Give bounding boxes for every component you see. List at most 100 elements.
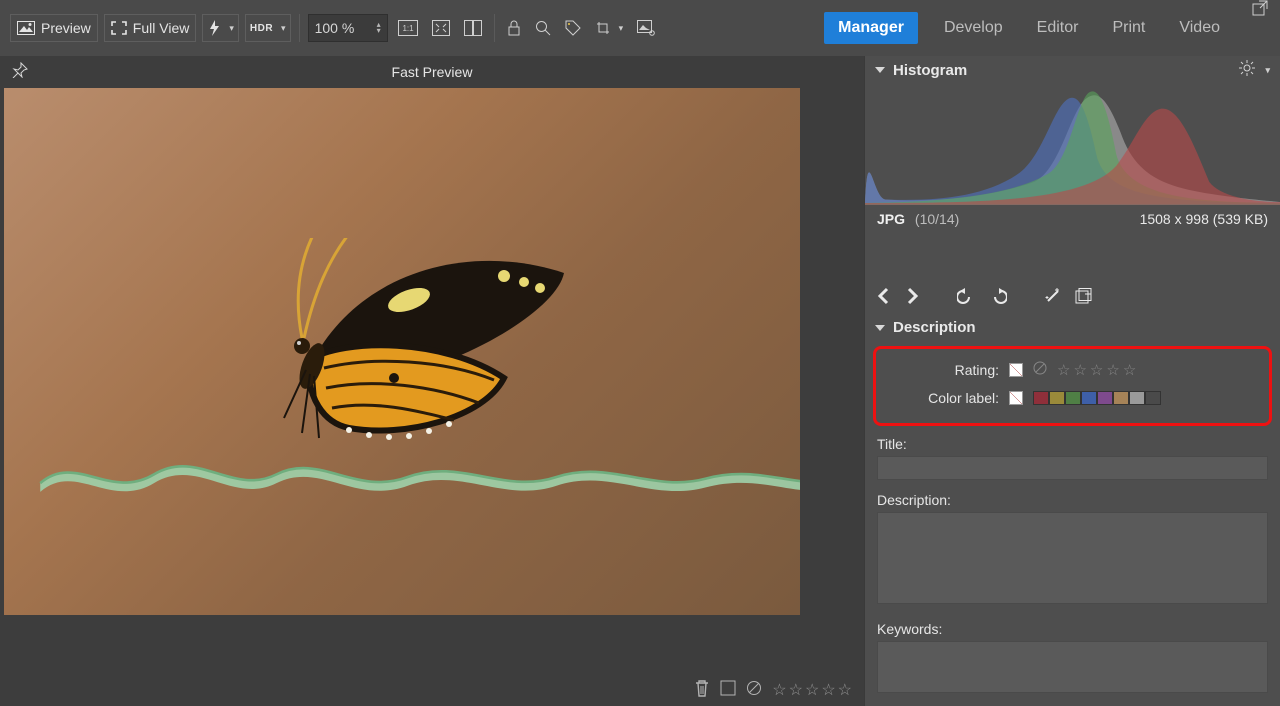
- star-icon[interactable]: ☆: [1090, 361, 1103, 379]
- title-field-label: Title:: [877, 436, 1268, 452]
- zoom-1to1-button[interactable]: 1:1: [394, 14, 422, 42]
- tab-manager[interactable]: Manager: [824, 12, 918, 44]
- rating-stars[interactable]: ☆ ☆ ☆ ☆ ☆: [1057, 361, 1136, 379]
- prev-image-button[interactable]: [877, 287, 891, 305]
- module-tabs: Manager Develop Editor Print Video: [824, 0, 1270, 56]
- reject-icon[interactable]: [1033, 361, 1047, 380]
- next-image-button[interactable]: [905, 287, 919, 305]
- color-swatch[interactable]: [1081, 391, 1097, 405]
- clear-color-button[interactable]: [1009, 391, 1023, 405]
- zoom-value: 100 %: [315, 20, 355, 36]
- tag-icon: [565, 20, 581, 36]
- color-swatch[interactable]: [1145, 391, 1161, 405]
- description-field-label: Description:: [877, 492, 1268, 508]
- image-settings-button[interactable]: [633, 14, 659, 42]
- fullview-button[interactable]: Full View: [104, 14, 197, 42]
- compare-icon: [464, 20, 482, 36]
- star-icon[interactable]: ☆: [789, 680, 803, 700]
- flash-button[interactable]: ▾: [202, 14, 239, 42]
- star-icon[interactable]: ☆: [1123, 361, 1136, 379]
- disclosure-triangle-icon: [875, 67, 885, 73]
- rotate-left-button[interactable]: [957, 288, 975, 304]
- toolbar-separator: [494, 14, 495, 42]
- fit-screen-button[interactable]: [428, 14, 454, 42]
- fullscreen-icon: [111, 21, 127, 35]
- gear-icon[interactable]: [1239, 60, 1255, 80]
- zoom-input[interactable]: 100 % ▴ ▾: [308, 14, 388, 42]
- image-viewer: Fast Preview: [0, 56, 864, 706]
- rotate-right-button[interactable]: [989, 288, 1007, 304]
- magnify-icon: [535, 20, 551, 36]
- color-swatch[interactable]: [1033, 391, 1049, 405]
- magnify-button[interactable]: [531, 14, 555, 42]
- chevron-down-icon: ▾: [229, 23, 234, 34]
- viewer-title: Fast Preview: [392, 64, 473, 80]
- rating-highlight-box: Rating: ☆ ☆ ☆ ☆ ☆ Color label:: [873, 346, 1272, 426]
- zoom-down-icon[interactable]: ▾: [377, 28, 381, 34]
- panel-nav-row: [865, 278, 1280, 314]
- file-format: JPG: [877, 211, 905, 227]
- zoom-steppers[interactable]: ▴ ▾: [377, 22, 381, 34]
- chevron-down-icon: ▾: [619, 23, 624, 34]
- crop-dropdown-button[interactable]: ▾: [591, 14, 628, 42]
- tab-develop[interactable]: Develop: [936, 0, 1011, 56]
- crop-icon: [595, 20, 611, 36]
- toolbar-separator: [299, 14, 300, 42]
- disclosure-triangle-icon: [875, 325, 885, 331]
- fit-icon: [432, 20, 450, 36]
- color-swatch[interactable]: [1049, 391, 1065, 405]
- magic-wand-button[interactable]: [1045, 288, 1061, 304]
- star-icon[interactable]: ☆: [1057, 361, 1070, 379]
- compare-button[interactable]: [460, 14, 486, 42]
- color-swatch[interactable]: [1113, 391, 1129, 405]
- chevron-down-icon: ▾: [281, 23, 286, 34]
- image-dimensions: 1508 x 998 (539 KB): [1140, 211, 1268, 227]
- star-icon[interactable]: ☆: [838, 680, 852, 700]
- description-textarea[interactable]: [877, 512, 1268, 604]
- reject-icon[interactable]: [746, 680, 762, 701]
- pin-icon[interactable]: [12, 62, 28, 83]
- histogram-chart: [865, 84, 1280, 205]
- tab-editor[interactable]: Editor: [1029, 0, 1087, 56]
- preview-button[interactable]: Preview: [10, 14, 98, 42]
- color-swatch[interactable]: [1129, 391, 1145, 405]
- image-counter: (10/14): [915, 211, 959, 227]
- lock-button[interactable]: [503, 14, 525, 42]
- star-icon[interactable]: ☆: [805, 680, 819, 700]
- popout-icon[interactable]: [1252, 0, 1270, 18]
- tag-button[interactable]: [561, 14, 585, 42]
- bolt-icon: [207, 20, 221, 36]
- top-toolbar: Preview Full View ▾ HDR ▾ 100 % ▴ ▾: [0, 0, 1280, 56]
- preview-image[interactable]: [4, 88, 800, 615]
- checkbox-empty-icon[interactable]: [720, 680, 736, 701]
- keywords-textarea[interactable]: [877, 641, 1268, 693]
- color-swatches: [1033, 391, 1161, 405]
- trash-icon[interactable]: [694, 679, 710, 702]
- color-swatch[interactable]: [1097, 391, 1113, 405]
- color-label-label: Color label:: [884, 390, 999, 406]
- histogram-info: JPG (10/14) 1508 x 998 (539 KB): [865, 205, 1280, 237]
- svg-text:1:1: 1:1: [402, 24, 414, 33]
- add-to-collection-button[interactable]: [1075, 288, 1093, 304]
- tab-print[interactable]: Print: [1104, 0, 1153, 56]
- histogram-header[interactable]: Histogram ▾: [865, 56, 1280, 84]
- tab-video[interactable]: Video: [1171, 0, 1228, 56]
- star-icon[interactable]: ☆: [821, 680, 835, 700]
- preview-label: Preview: [41, 20, 91, 36]
- footer-rating-stars[interactable]: ☆ ☆ ☆ ☆ ☆: [772, 680, 852, 700]
- lock-icon: [507, 20, 521, 36]
- star-icon[interactable]: ☆: [1073, 361, 1086, 379]
- image-gear-icon: [637, 20, 655, 36]
- chevron-down-icon[interactable]: ▾: [1265, 65, 1270, 76]
- clear-rating-button[interactable]: [1009, 363, 1023, 377]
- description-header[interactable]: Description: [865, 314, 1280, 342]
- color-swatch[interactable]: [1065, 391, 1081, 405]
- histogram-label: Histogram: [893, 62, 967, 79]
- hdr-button[interactable]: HDR ▾: [245, 14, 291, 42]
- title-input[interactable]: [877, 456, 1268, 480]
- star-icon[interactable]: ☆: [772, 680, 786, 700]
- image-icon: [17, 21, 35, 35]
- butterfly-illustration: [254, 238, 584, 478]
- star-icon[interactable]: ☆: [1106, 361, 1119, 379]
- hdr-label: HDR: [250, 23, 273, 34]
